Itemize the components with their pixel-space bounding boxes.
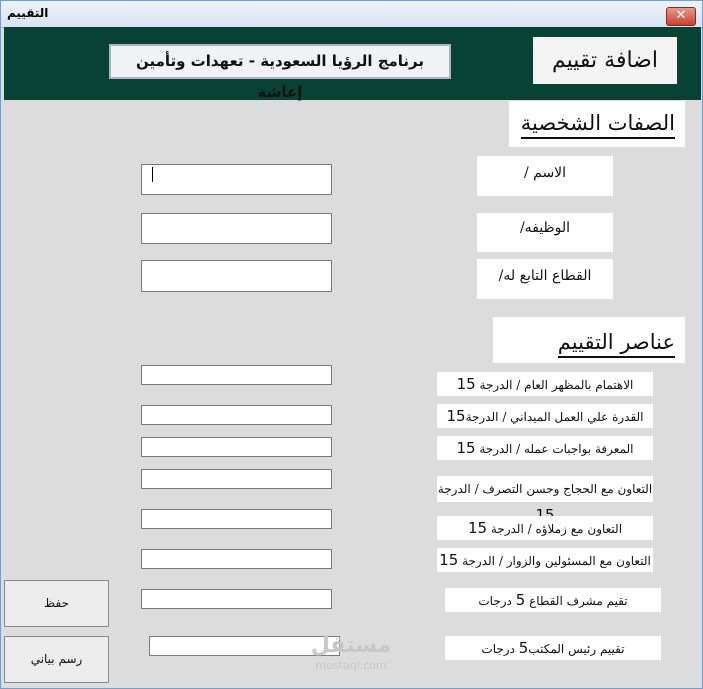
window-title: التقييم [7, 6, 49, 20]
evaluation-score-field[interactable] [141, 365, 332, 385]
evaluation-item-label: الاهتمام بالمظهر العام / الدرجة 15 [437, 372, 653, 396]
evaluation-item-label: القدرة علي العمل الميداني / الدرجة15 [437, 404, 653, 428]
job-field[interactable] [141, 213, 332, 244]
evaluation-score-field[interactable] [141, 589, 332, 609]
evaluation-score-field[interactable] [141, 437, 332, 457]
sector-label: القطاع التابع له/ [477, 259, 613, 299]
text-caret [152, 167, 153, 182]
evaluation-score-field[interactable] [141, 405, 332, 425]
watermark: مستقل mostaql.com [301, 633, 401, 679]
evaluation-score-field[interactable] [141, 549, 332, 569]
name-label: الاسم / [477, 156, 613, 196]
evaluation-item-label: تقيم مشرف القطاع 5 درجات [445, 588, 661, 612]
evaluation-item-label: المعرفة بواجبات عمله / الدرجة 15 [437, 436, 653, 460]
name-field[interactable] [141, 164, 332, 195]
save-button[interactable]: حفظ [4, 580, 109, 627]
watermark-arabic: مستقل [310, 633, 392, 658]
evaluation-item-label: التعاون مع زملاؤه / الدرجة 15 [437, 516, 653, 540]
evaluation-item-label: التعاون مع الحجاج وحسن التصرف / الدرجة 1… [437, 476, 653, 524]
evaluation-section-heading: عناصر التقييم [493, 317, 685, 363]
evaluation-score-field[interactable] [141, 509, 332, 529]
close-button[interactable]: ✕ [666, 7, 696, 26]
watermark-latin: mostaql.com [315, 659, 387, 672]
close-icon: ✕ [675, 8, 687, 23]
form-title: اضافة تقييم [533, 37, 677, 84]
evaluation-score-field[interactable] [141, 469, 332, 489]
evaluation-item-label: التعاون مع المسئولين والزوار / الدرجة 15 [437, 548, 653, 572]
evaluation-window: التقييم ✕ برنامج الرؤيا السعودية - تعهدا… [0, 0, 703, 689]
chart-button[interactable]: رسم بياني [4, 636, 109, 683]
program-name-box: برنامج الرؤيا السعودية - تعهدات وتأمين إ… [109, 44, 451, 101]
sector-field[interactable] [141, 260, 332, 292]
personal-section-heading: الصفات الشخصية [509, 101, 685, 147]
title-bar[interactable]: التقييم ✕ [1, 1, 702, 28]
job-label: الوظيفه/ [477, 213, 613, 252]
evaluation-item-label: تقييم رئيس المكتب5 درجات [445, 636, 661, 660]
